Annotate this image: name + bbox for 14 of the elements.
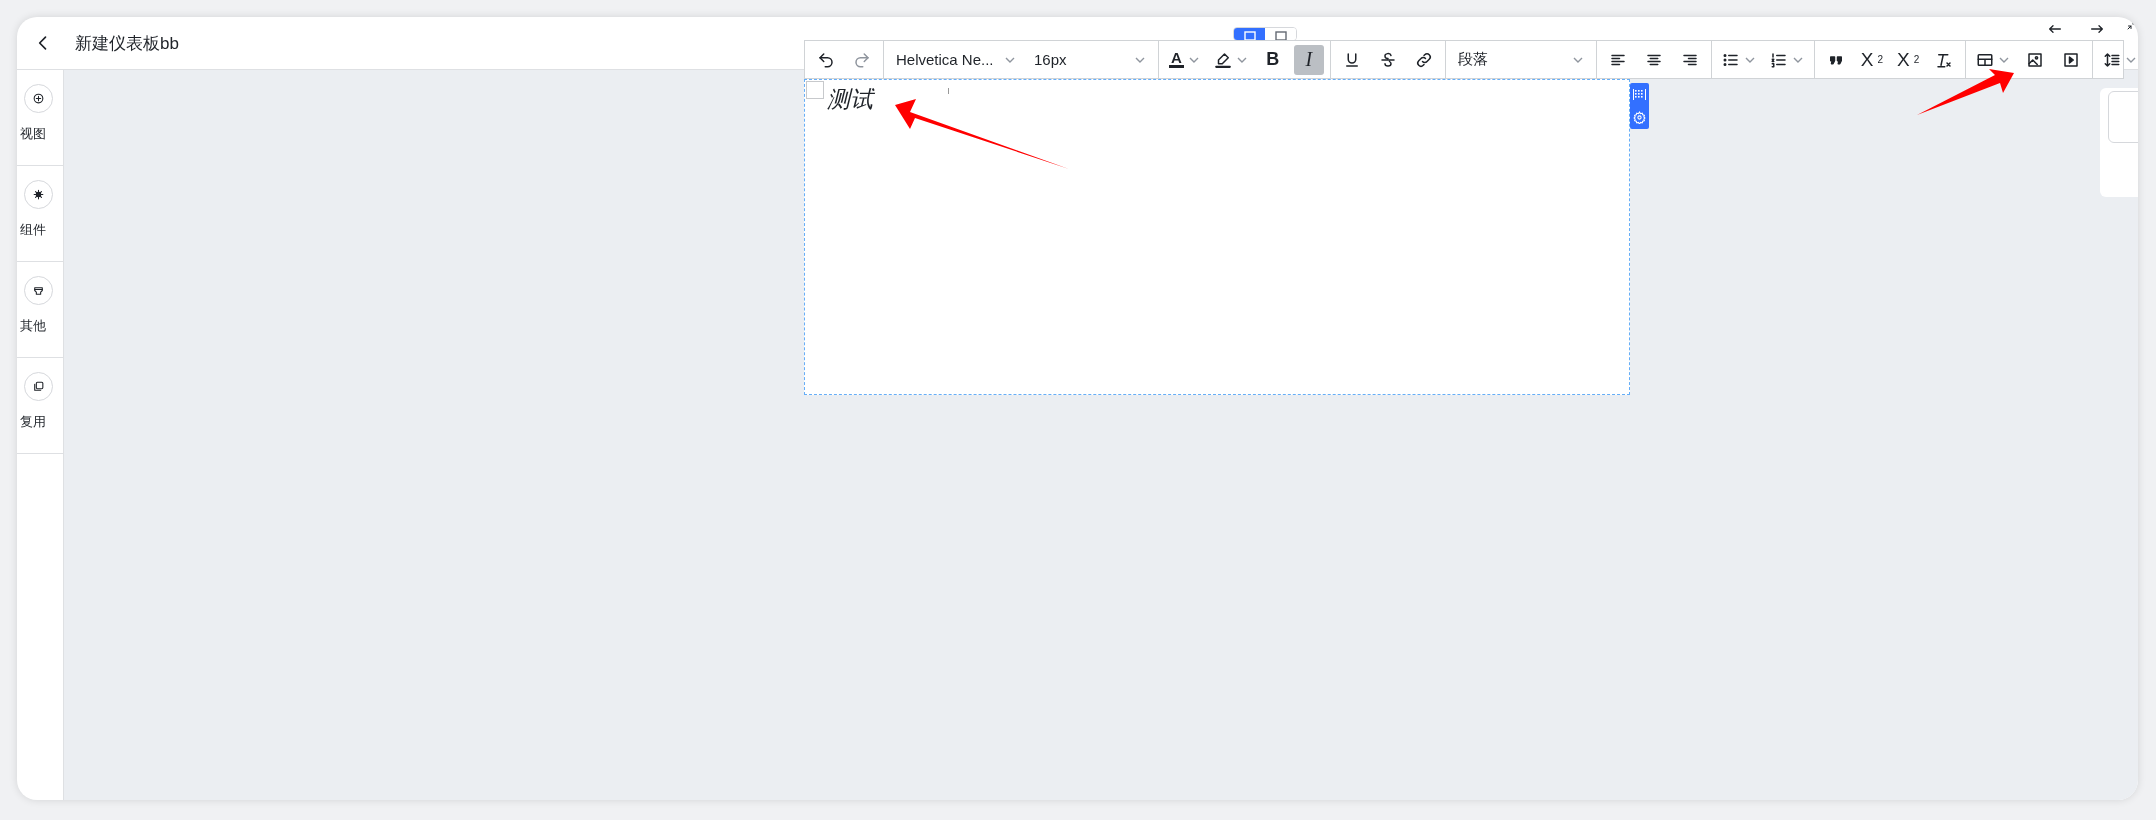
page-title: 新建仪表板bb (75, 32, 179, 55)
sidebar-label[interactable]: 其他 (20, 317, 46, 335)
editor-text: 测试 (827, 85, 873, 114)
sidebar-label[interactable]: 复用 (20, 413, 46, 431)
font-size-select[interactable]: 16px (1028, 44, 1152, 75)
rich-text-editor[interactable]: 测试 (804, 79, 1630, 395)
paragraph-select[interactable]: 段落 (1451, 44, 1590, 75)
sidebar-label[interactable]: 视图 (20, 125, 46, 143)
font-family-select[interactable]: Helvetica Ne... (890, 44, 1022, 75)
superscript-button[interactable]: X$^{2}$ (1893, 44, 1924, 75)
text-color-button[interactable]: A (1165, 44, 1204, 75)
sidebar-label[interactable]: 组件 (20, 221, 46, 239)
bold-button[interactable]: B (1257, 44, 1288, 75)
italic-button[interactable]: I (1293, 44, 1324, 75)
